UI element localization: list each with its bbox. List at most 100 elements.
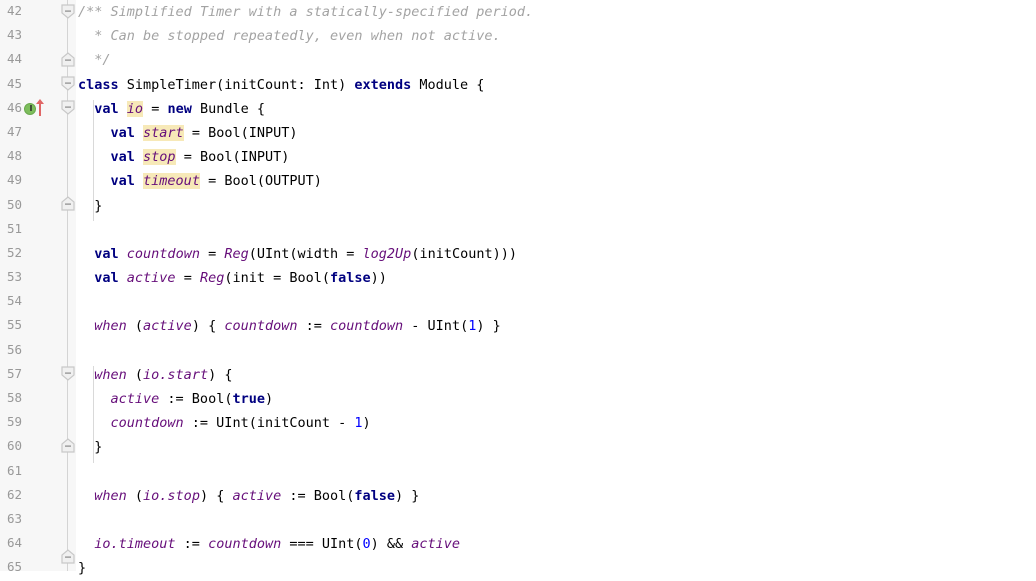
code-token-identifier: countdown bbox=[224, 318, 298, 335]
code-line[interactable] bbox=[76, 290, 1036, 314]
code-line[interactable] bbox=[76, 460, 1036, 484]
implementation-marker-icon[interactable]: I bbox=[24, 102, 36, 115]
gutter-row[interactable]: 48 bbox=[0, 145, 76, 169]
code-token-identifier: Reg bbox=[199, 270, 225, 287]
fold-marker-expanded-end[interactable] bbox=[61, 549, 75, 564]
code-token-number: 1 bbox=[354, 415, 363, 432]
code-token-plain: } bbox=[78, 197, 103, 214]
code-line[interactable]: active := Bool(true) bbox=[76, 387, 1036, 411]
code-token-keyword: val bbox=[94, 245, 119, 262]
editor-gutter[interactable]: 42 43 44 45 46 I 47 48 49 50 51 52 53 54… bbox=[0, 0, 76, 574]
code-token-identifier: Reg bbox=[224, 245, 249, 262]
code-line[interactable]: countdown := UInt(initCount - 1) bbox=[76, 411, 1036, 435]
code-token-identifier: active bbox=[110, 391, 160, 407]
code-token-plain: Bundle { bbox=[191, 100, 265, 117]
code-token-plain: ( bbox=[126, 318, 144, 335]
override-arrow-icon[interactable] bbox=[36, 98, 44, 117]
code-token-plain: (init = Bool( bbox=[224, 270, 331, 287]
gutter-row[interactable]: 62 bbox=[0, 484, 76, 508]
code-token-keyword: val bbox=[110, 149, 135, 166]
code-token-keyword: false bbox=[330, 270, 371, 287]
code-token-keyword: val bbox=[110, 124, 135, 141]
fold-marker-expanded-start[interactable] bbox=[61, 100, 75, 115]
code-token-comment: * Can be stopped repeatedly, even when n… bbox=[78, 28, 501, 45]
code-token-identifier: io.timeout bbox=[94, 536, 176, 553]
line-number: 64 bbox=[6, 535, 22, 551]
code-token-identifier-highlighted: io bbox=[126, 100, 144, 117]
code-line[interactable] bbox=[76, 508, 1036, 532]
fold-marker-expanded-end[interactable] bbox=[61, 52, 75, 67]
line-number: 55 bbox=[6, 317, 22, 333]
code-token-identifier: countdown bbox=[330, 318, 404, 335]
code-line[interactable]: } bbox=[76, 194, 1036, 218]
line-number: 60 bbox=[6, 438, 22, 454]
code-line[interactable]: } bbox=[76, 435, 1036, 459]
code-line[interactable]: val stop = Bool(INPUT) bbox=[76, 145, 1036, 169]
code-line[interactable]: /** Simplified Timer with a statically-s… bbox=[76, 0, 1036, 24]
code-token-plain: - UInt( bbox=[403, 318, 469, 335]
code-token-plain: ) bbox=[264, 391, 274, 407]
fold-marker-expanded-end[interactable] bbox=[61, 438, 75, 453]
fold-marker-expanded-end[interactable] bbox=[61, 196, 75, 211]
gutter-row[interactable]: 55 bbox=[0, 314, 76, 338]
gutter-row[interactable]: 43 bbox=[0, 24, 76, 48]
fold-marker-expanded-start[interactable] bbox=[61, 76, 75, 91]
code-token-plain: Module { bbox=[411, 76, 485, 93]
code-line[interactable]: val active = Reg(init = Bool(false)) bbox=[76, 266, 1036, 290]
code-line[interactable]: * Can be stopped repeatedly, even when n… bbox=[76, 24, 1036, 48]
code-token-keyword: class bbox=[78, 76, 119, 93]
line-number: 43 bbox=[6, 27, 22, 43]
line-number: 61 bbox=[6, 462, 22, 478]
code-token-identifier: when bbox=[94, 366, 127, 383]
gutter-row[interactable]: 56 bbox=[0, 339, 76, 363]
code-token-identifier: io.stop bbox=[143, 487, 200, 504]
line-number: 44 bbox=[6, 51, 22, 67]
gutter-row[interactable]: 53 bbox=[0, 266, 76, 290]
code-line[interactable]: io.timeout := countdown === UInt(0) && a… bbox=[76, 532, 1036, 556]
code-line[interactable]: when (io.stop) { active := Bool(false) } bbox=[76, 484, 1036, 508]
code-token-plain: ) } bbox=[395, 487, 420, 504]
code-token-identifier: when bbox=[94, 487, 127, 504]
indent-guide bbox=[93, 100, 94, 221]
code-token-keyword: val bbox=[110, 173, 135, 190]
code-token-identifier: io.start bbox=[143, 366, 209, 383]
line-number: 51 bbox=[6, 220, 22, 236]
code-line[interactable]: class SimpleTimer(initCount: Int) extend… bbox=[76, 73, 1036, 97]
code-token-identifier: active bbox=[143, 318, 192, 335]
gutter-row[interactable]: 54 bbox=[0, 290, 76, 314]
fold-marker-expanded-start[interactable] bbox=[61, 366, 75, 381]
gutter-row[interactable]: 59 bbox=[0, 411, 76, 435]
gutter-row[interactable]: 61 bbox=[0, 460, 76, 484]
code-line[interactable]: val io = new Bundle { bbox=[76, 97, 1036, 121]
code-token-plain: := Bool( bbox=[159, 391, 233, 407]
code-content[interactable]: /** Simplified Timer with a statically-s… bbox=[76, 0, 1036, 576]
gutter-row[interactable]: 52 bbox=[0, 242, 76, 266]
gutter-row[interactable]: 63 bbox=[0, 508, 76, 532]
code-line[interactable] bbox=[76, 218, 1036, 242]
code-token-plain: := UInt(initCount - bbox=[183, 415, 355, 432]
gutter-row[interactable]: 49 bbox=[0, 169, 76, 193]
code-line[interactable] bbox=[76, 339, 1036, 363]
gutter-row[interactable]: 51 bbox=[0, 218, 76, 242]
code-line[interactable]: } bbox=[76, 556, 1036, 580]
code-token-identifier: active bbox=[126, 270, 176, 287]
line-number: 53 bbox=[6, 269, 22, 285]
gutter-row[interactable]: 47 bbox=[0, 121, 76, 145]
line-number: 62 bbox=[6, 486, 22, 502]
code-line[interactable]: when (io.start) { bbox=[76, 363, 1036, 387]
fold-marker-expanded-start[interactable] bbox=[61, 4, 75, 19]
code-line[interactable]: val start = Bool(INPUT) bbox=[76, 121, 1036, 145]
code-token-identifier-highlighted: timeout bbox=[143, 173, 200, 190]
gutter-row[interactable]: 58 bbox=[0, 387, 76, 411]
code-line[interactable]: val countdown = Reg(UInt(width = log2Up(… bbox=[76, 242, 1036, 266]
code-editor[interactable]: 42 43 44 45 46 I 47 48 49 50 51 52 53 54… bbox=[0, 0, 1036, 576]
code-line[interactable]: */ bbox=[76, 48, 1036, 72]
code-line[interactable]: val timeout = Bool(OUTPUT) bbox=[76, 169, 1036, 193]
code-line[interactable]: when (active) { countdown := countdown -… bbox=[76, 314, 1036, 338]
